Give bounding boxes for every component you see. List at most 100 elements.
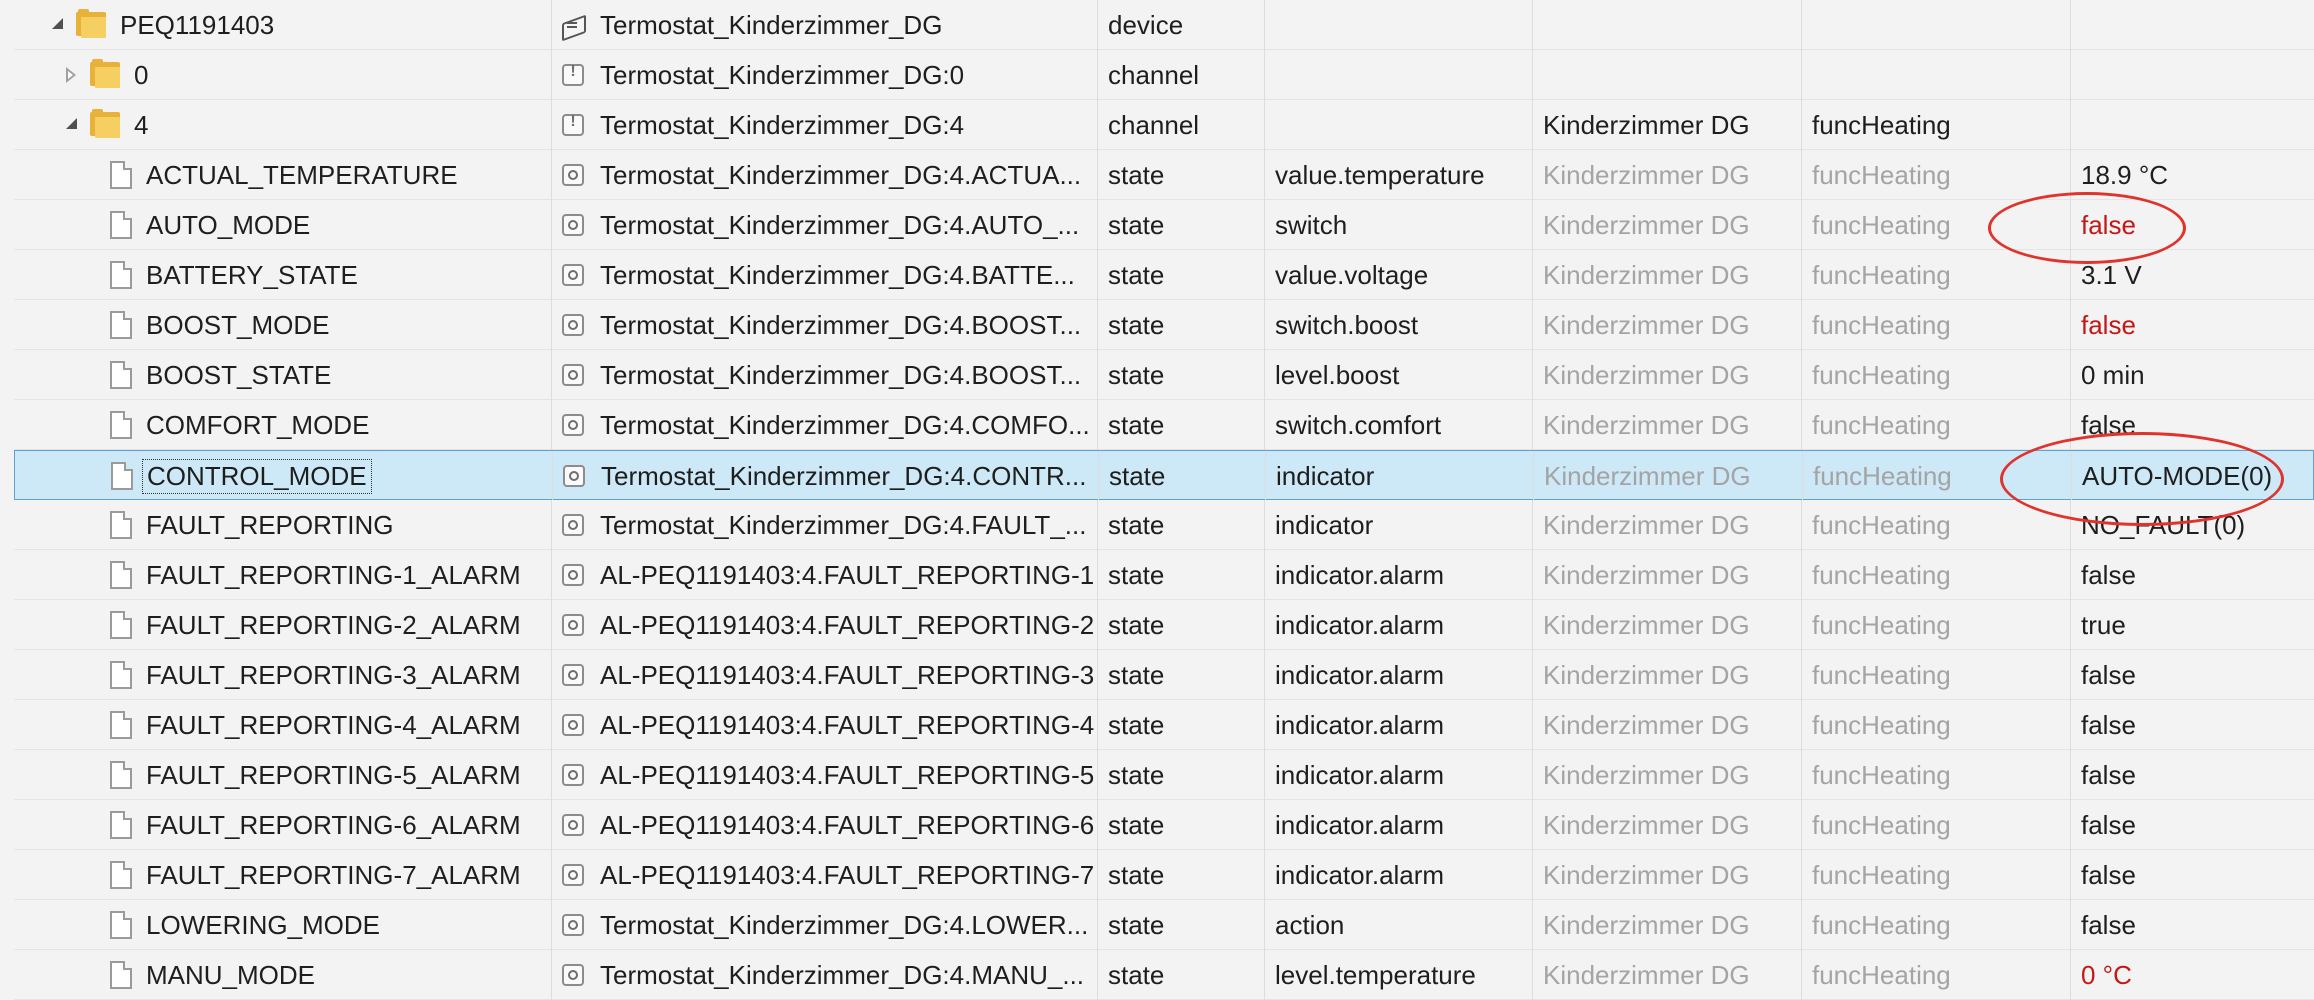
object-name: FAULT_REPORTING-4_ALARM [146,709,521,740]
name-cell[interactable]: PEQ1191403 [14,0,552,50]
id-cell: Termostat_Kinderzimmer_DG:4.COMFO... [552,400,1098,450]
object-name: FAULT_REPORTING-2_ALARM [146,609,521,640]
table-row[interactable]: FAULT_REPORTING-3_ALARM AL-PEQ1191403:4.F… [14,650,2314,700]
value-cell[interactable] [2071,100,2314,150]
value-cell[interactable]: 0 °C [2071,950,2314,1000]
file-icon [110,761,132,789]
room-cell: Kinderzimmer DG [1533,250,1802,300]
object-id: Termostat_Kinderzimmer_DG:0 [600,59,965,90]
value-cell[interactable] [2071,50,2314,100]
name-cell[interactable]: MANU_MODE [14,950,552,1000]
name-cell[interactable]: FAULT_REPORTING-6_ALARM [14,800,552,850]
object-id: Termostat_Kinderzimmer_DG:4.AUTO_... [600,209,1080,240]
value-cell[interactable]: false [2071,650,2314,700]
function-cell: funcHeating [1802,850,2071,900]
table-row[interactable]: MANU_MODE Termostat_Kinderzimmer_DG:4.MAN… [14,950,2314,1000]
table-row[interactable]: BOOST_STATE Termostat_Kinderzimmer_DG:4.B… [14,350,2314,400]
id-cell: AL-PEQ1191403:4.FAULT_REPORTING-7 [552,850,1098,900]
file-icon [110,811,132,839]
value-cell[interactable]: false [2071,300,2314,350]
file-icon [110,661,132,689]
room-cell: Kinderzimmer DG [1533,950,1802,1000]
value-cell[interactable]: false [2071,550,2314,600]
room-cell: Kinderzimmer DG [1533,400,1802,450]
folder-icon [90,109,120,138]
table-row[interactable]: BATTERY_STATE Termostat_Kinderzimmer_DG:4… [14,250,2314,300]
id-cell: Termostat_Kinderzimmer_DG:4.BATTE... [552,250,1098,300]
value-cell[interactable]: false [2071,850,2314,900]
table-row[interactable]: FAULT_REPORTING-2_ALARM AL-PEQ1191403:4.F… [14,600,2314,650]
type-cell: channel [1098,100,1265,150]
type-cell: state [1098,650,1265,700]
object-name: 4 [134,109,149,140]
room-cell: Kinderzimmer DG [1533,750,1802,800]
object-id: AL-PEQ1191403:4.FAULT_REPORTING-3 [600,659,1095,690]
collapse-arrow-icon[interactable] [58,112,84,138]
id-cell: AL-PEQ1191403:4.FAULT_REPORTING-5 [552,750,1098,800]
name-cell[interactable]: BATTERY_STATE [14,250,552,300]
table-row[interactable]: FAULT_REPORTING Termostat_Kinderzimmer_DG… [14,500,2314,550]
role-cell: indicator.alarm [1265,800,1533,850]
name-cell[interactable]: CONTROL_MODE [15,451,553,501]
value-cell[interactable]: 0 min [2071,350,2314,400]
value-cell[interactable]: false [2071,700,2314,750]
table-row[interactable]: COMFORT_MODE Termostat_Kinderzimmer_DG:4.… [14,400,2314,450]
function-cell: funcHeating [1802,400,2071,450]
name-cell[interactable]: FAULT_REPORTING-2_ALARM [14,600,552,650]
table-row[interactable]: FAULT_REPORTING-5_ALARM AL-PEQ1191403:4.F… [14,750,2314,800]
value-cell[interactable] [2071,0,2314,50]
id-cell: Termostat_Kinderzimmer_DG:4.CONTR... [553,451,1099,501]
name-cell[interactable]: FAULT_REPORTING-5_ALARM [14,750,552,800]
table-row[interactable]: FAULT_REPORTING-7_ALARM AL-PEQ1191403:4.F… [14,850,2314,900]
file-icon [110,261,132,289]
value-cell[interactable]: false [2071,200,2314,250]
value-cell[interactable]: 3.1 V [2071,250,2314,300]
name-cell[interactable]: BOOST_MODE [14,300,552,350]
object-name: FAULT_REPORTING-6_ALARM [146,809,521,840]
table-row[interactable]: FAULT_REPORTING-1_ALARM AL-PEQ1191403:4.F… [14,550,2314,600]
value-cell[interactable]: false [2071,900,2314,950]
value-cell[interactable]: NO_FAULT(0) [2071,500,2314,550]
name-cell[interactable]: FAULT_REPORTING [14,500,552,550]
name-cell[interactable]: FAULT_REPORTING-1_ALARM [14,550,552,600]
collapse-arrow-icon[interactable] [44,12,70,38]
table-row[interactable]: CONTROL_MODE Termostat_Kinderzimmer_DG:4.… [14,450,2314,501]
name-cell[interactable]: FAULT_REPORTING-4_ALARM [14,700,552,750]
room-cell: Kinderzimmer DG [1533,500,1802,550]
table-row[interactable]: ACTUAL_TEMPERATURE Termostat_Kinderzimmer… [14,150,2314,200]
value-cell[interactable]: 18.9 °C [2071,150,2314,200]
table-row[interactable]: AUTO_MODE Termostat_Kinderzimmer_DG:4.AUT… [14,200,2314,250]
name-cell[interactable]: BOOST_STATE [14,350,552,400]
value-cell[interactable]: AUTO-MODE(0) [2072,451,2314,501]
table-row[interactable]: FAULT_REPORTING-4_ALARM AL-PEQ1191403:4.F… [14,700,2314,750]
file-icon [110,511,132,539]
name-cell[interactable]: LOWERING_MODE [14,900,552,950]
table-row[interactable]: BOOST_MODE Termostat_Kinderzimmer_DG:4.BO… [14,300,2314,350]
table-row[interactable]: FAULT_REPORTING-6_ALARM AL-PEQ1191403:4.F… [14,800,2314,850]
table-row[interactable]: 0 Termostat_Kinderzimmer_DG:0 channel [14,50,2314,100]
table-row[interactable]: 4 Termostat_Kinderzimmer_DG:4 channel Kinde… [14,100,2314,150]
state-type-icon [562,614,584,636]
expand-arrow-icon[interactable] [58,62,84,88]
value-cell[interactable]: false [2071,400,2314,450]
role-cell: indicator.alarm [1265,850,1533,900]
table-row[interactable]: PEQ1191403 Termostat_Kinderzimmer_DG devic… [14,0,2314,50]
name-cell[interactable]: 4 [14,100,552,150]
name-cell[interactable]: ACTUAL_TEMPERATURE [14,150,552,200]
name-cell[interactable]: FAULT_REPORTING-3_ALARM [14,650,552,700]
file-icon [110,361,132,389]
value-cell[interactable]: false [2071,800,2314,850]
role-cell: indicator [1266,451,1534,501]
object-id: AL-PEQ1191403:4.FAULT_REPORTING-5 [600,759,1095,790]
room-cell: Kinderzimmer DG [1533,600,1802,650]
name-cell[interactable]: COMFORT_MODE [14,400,552,450]
file-icon [110,961,132,989]
name-cell[interactable]: FAULT_REPORTING-7_ALARM [14,850,552,900]
value-cell[interactable]: false [2071,750,2314,800]
role-cell: switch [1265,200,1533,250]
name-cell[interactable]: 0 [14,50,552,100]
id-cell: Termostat_Kinderzimmer_DG:4.LOWER... [552,900,1098,950]
table-row[interactable]: LOWERING_MODE Termostat_Kinderzimmer_DG:4… [14,900,2314,950]
value-cell[interactable]: true [2071,600,2314,650]
name-cell[interactable]: AUTO_MODE [14,200,552,250]
